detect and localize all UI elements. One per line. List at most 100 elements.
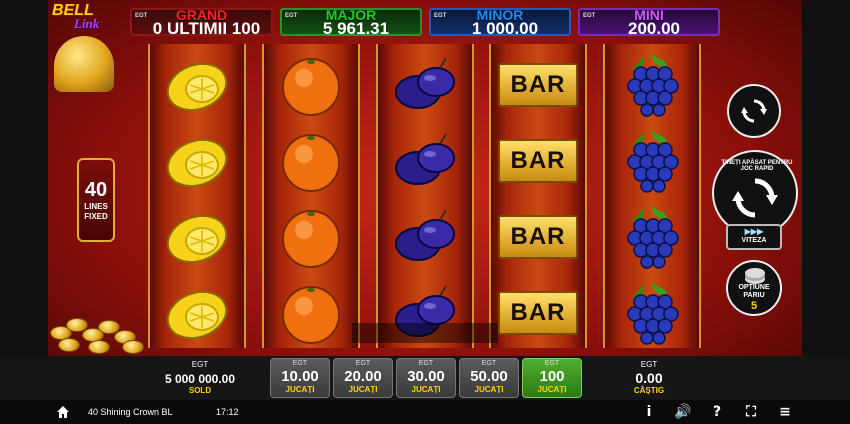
- grapes-symbol: [605, 124, 699, 198]
- plum-symbol: [378, 200, 472, 274]
- bar-text: BAR: [510, 223, 566, 250]
- lines-fixed-badge: 40 LINES FIXED: [77, 158, 115, 242]
- orange-symbol: [264, 276, 358, 350]
- lemon-symbol: [150, 276, 244, 350]
- orange-symbol: [264, 124, 358, 198]
- bet-button-2[interactable]: EGT 20.00 JUCAȚI: [333, 358, 393, 398]
- orange-icon: [282, 210, 340, 268]
- lemon-symbol: [150, 124, 244, 198]
- fullscreen-icon[interactable]: ⛶: [742, 400, 760, 424]
- reel-5: [603, 44, 701, 348]
- bet-button-3[interactable]: EGT 30.00 JUCAȚI: [396, 358, 456, 398]
- help-icon[interactable]: ?: [708, 400, 726, 424]
- logo-text-link: Link: [74, 16, 100, 31]
- bar-symbol: BAR: [491, 200, 585, 274]
- lemon-symbol: [150, 48, 244, 122]
- bet-label: JUCAȚI: [474, 385, 504, 394]
- balance-amount: 5 000 000.00: [164, 372, 236, 386]
- bet-label: JUCAȚI: [285, 385, 315, 394]
- grapes-symbol: [605, 48, 699, 122]
- win-amount: 0.00: [635, 370, 663, 386]
- bet-option-label-line2: PARIU: [743, 292, 765, 299]
- menu-icon[interactable]: ≡: [776, 400, 794, 424]
- bar-icon: BAR: [498, 139, 578, 183]
- balance-label: SOLD: [188, 386, 212, 395]
- speed-button[interactable]: ▶▶▶ VITEZA: [726, 224, 782, 250]
- gold-coins-decoration: [48, 308, 146, 356]
- coin-icon: [122, 340, 144, 354]
- left-margin: [0, 0, 48, 400]
- lemon-icon: [166, 62, 228, 112]
- bar-icon: BAR: [498, 215, 578, 259]
- reel-2: [262, 44, 360, 348]
- orange-icon: [282, 134, 340, 192]
- coin-icon: [88, 340, 110, 354]
- home-icon[interactable]: [56, 405, 70, 419]
- autoplay-button[interactable]: [727, 84, 781, 138]
- win-display: EGT 0.00 CÂȘTIG: [610, 356, 688, 396]
- chips-icon: [745, 268, 765, 278]
- bar-icon: BAR: [498, 63, 578, 107]
- grapes-symbol: [605, 276, 699, 350]
- balance-tag: EGT: [191, 360, 209, 369]
- lemon-icon: [166, 214, 228, 264]
- lemon-icon: [166, 290, 228, 340]
- sound-icon[interactable]: 🔊: [674, 400, 692, 424]
- bet-value: 50.00: [470, 368, 508, 385]
- payline-overlay: [352, 323, 498, 343]
- orange-icon: [282, 286, 340, 344]
- grapes-icon: [627, 282, 679, 345]
- orange-symbol: [264, 48, 358, 122]
- orange-icon: [282, 58, 340, 116]
- fixed-label: FIXED: [84, 212, 108, 221]
- lemon-symbol: [150, 200, 244, 274]
- speed-arrows-icon: ▶▶▶: [744, 227, 764, 236]
- jackpot-major-value: 5 961.31: [322, 19, 390, 36]
- jackpot-mini-value: 200.00: [628, 19, 680, 36]
- bar-symbol: BAR: [491, 124, 585, 198]
- bell-icon: [54, 36, 114, 92]
- plum-icon: [395, 133, 455, 185]
- game-stage: BELL Link GRAND EGT 0 ULTIMII 100 MAJOR …: [0, 0, 850, 424]
- bet-label: JUCAȚI: [411, 385, 441, 394]
- win-label: CÂȘTIG: [633, 386, 665, 395]
- status-bar: 40 Shining Crown BL 17:12 i 🔊 ? ⛶ ≡: [0, 400, 850, 424]
- bet-value: 100: [539, 368, 565, 385]
- bet-button-1[interactable]: EGT 10.00 JUCAȚI: [270, 358, 330, 398]
- speed-label: VITEZA: [741, 237, 767, 244]
- bet-label: JUCAȚI: [348, 385, 378, 394]
- reel-3: [376, 44, 474, 348]
- plum-symbol: [378, 48, 472, 122]
- reel-4: BAR BAR BAR BAR: [489, 44, 587, 348]
- game-name: 40 Shining Crown BL: [88, 407, 173, 417]
- coin-icon: [58, 338, 80, 352]
- right-margin: [802, 0, 850, 400]
- lemon-icon: [166, 138, 228, 188]
- bet-option-value: 5: [750, 300, 758, 312]
- clock-time: 17:12: [216, 407, 239, 417]
- bet-value: 10.00: [281, 368, 319, 385]
- lines-label: LINES: [84, 202, 108, 211]
- bet-label: JUCAȚI: [537, 385, 567, 394]
- grapes-icon: [627, 206, 679, 269]
- grapes-icon: [627, 130, 679, 193]
- lines-count: 40: [84, 179, 108, 201]
- jackpot-grand: GRAND EGT 0 ULTIMII 100: [130, 8, 273, 36]
- grapes-icon: [627, 54, 679, 117]
- bet-option-button[interactable]: OPȚIUNE PARIU 5: [726, 260, 782, 316]
- bet-option-label: OPȚIUNE PARIU: [728, 284, 780, 300]
- bet-button-5[interactable]: EGT 100 JUCAȚI: [522, 358, 582, 398]
- bet-value: 30.00: [407, 368, 445, 385]
- bar-text: BAR: [510, 71, 566, 98]
- jackpot-minor: MINOR EGT 1 000.00: [429, 8, 571, 36]
- bet-button-4[interactable]: EGT 50.00 JUCAȚI: [459, 358, 519, 398]
- bottom-panel: EGT 5 000 000.00 SOLD EGT 10.00 JUCAȚI EGT 2…: [0, 356, 850, 400]
- orange-symbol: [264, 200, 358, 274]
- win-tag: EGT: [640, 360, 658, 369]
- plum-icon: [395, 209, 455, 261]
- jackpot-minor-value: 1 000.00: [471, 19, 539, 36]
- plum-icon: [395, 57, 455, 109]
- jackpot-grand-value: 0 ULTIMII 100: [152, 19, 261, 36]
- bar-text: BAR: [510, 147, 566, 174]
- info-icon[interactable]: i: [640, 400, 658, 424]
